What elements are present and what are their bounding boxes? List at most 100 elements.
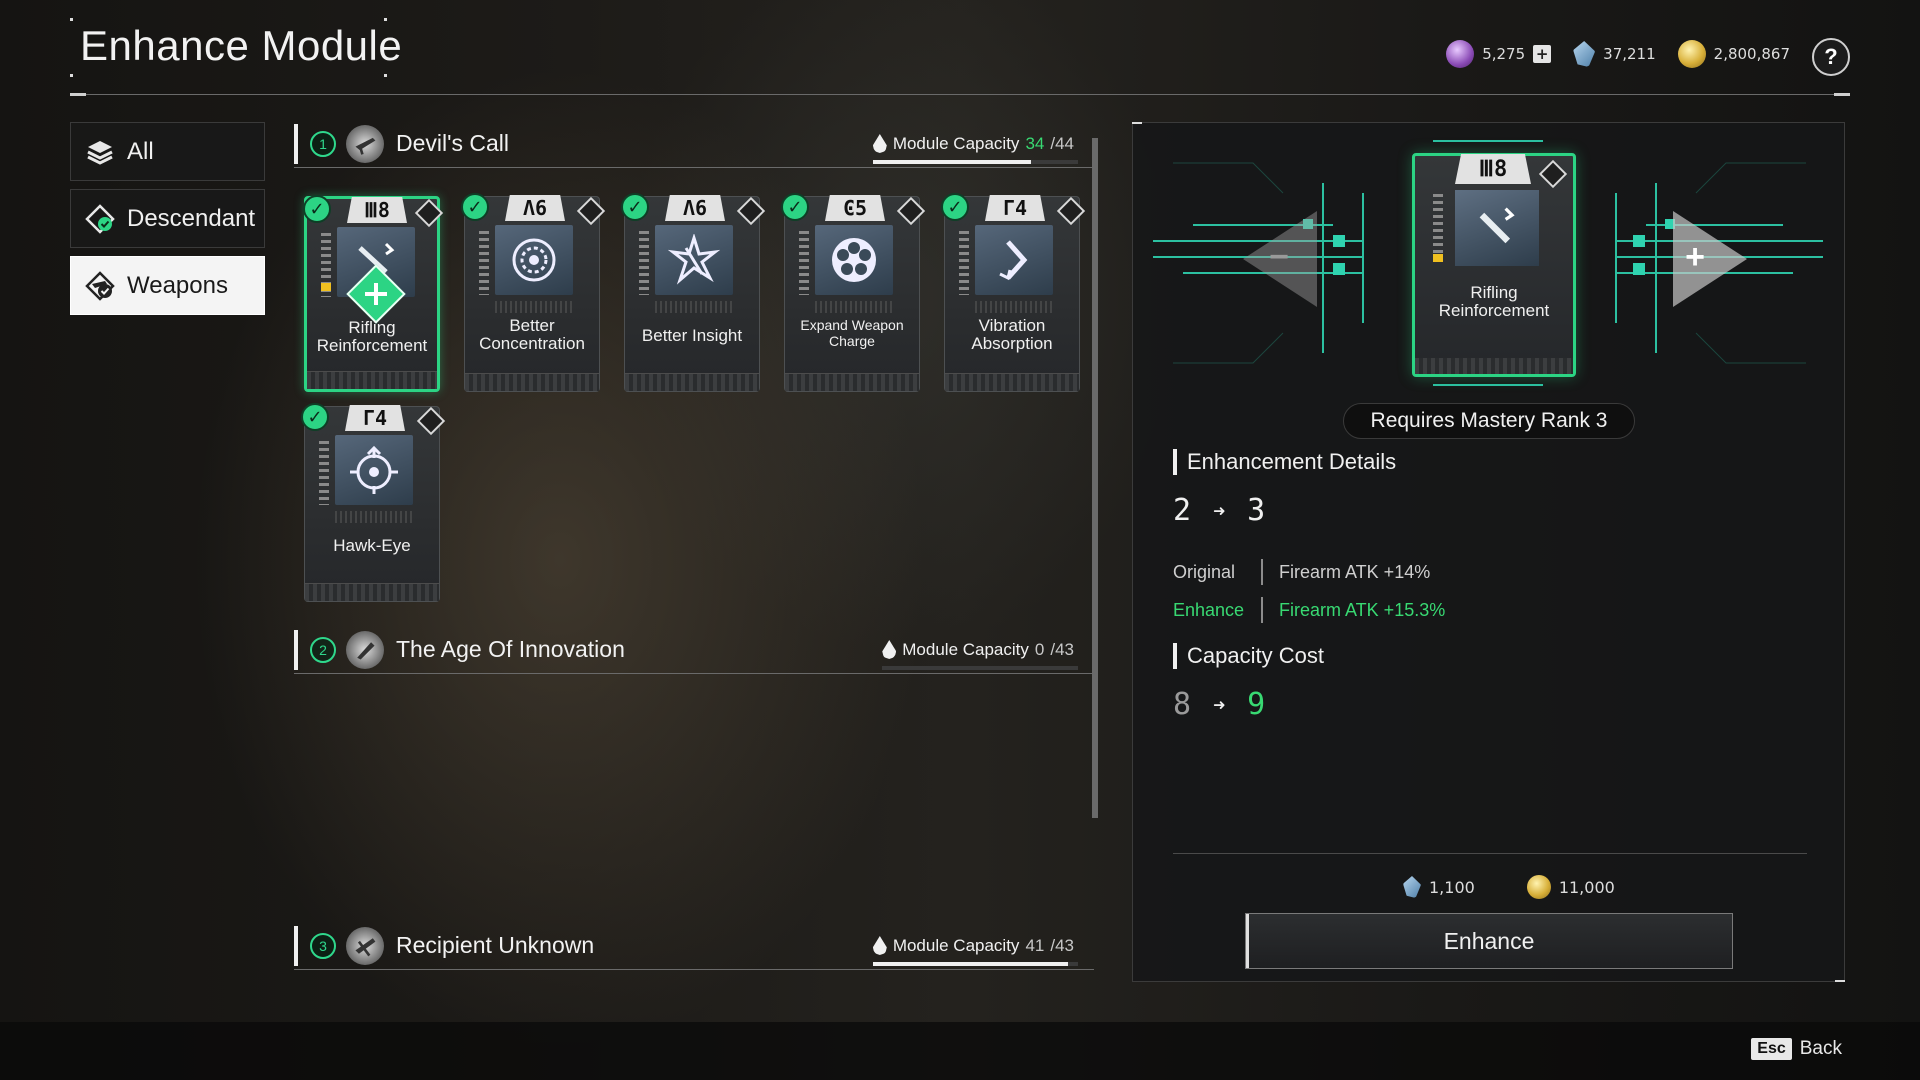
- enhance-price: 1,100 11,000: [1403, 875, 1615, 899]
- module-rank: Γ4: [345, 405, 405, 431]
- module-card-hawk-eye[interactable]: Γ4 ✓ Hawk-Eye: [301, 403, 446, 602]
- weapon-emblem-icon: [346, 124, 384, 163]
- socket-type-icon: [1538, 159, 1568, 189]
- enhance-value: Firearm ATK +15.3%: [1279, 599, 1446, 620]
- capacity-total: /43: [1050, 935, 1074, 955]
- capacity-drop-icon: [872, 134, 887, 153]
- header-divider: [70, 93, 1850, 96]
- module-level-pips: [639, 231, 649, 295]
- module-list-scrollbar[interactable]: [1092, 138, 1098, 818]
- category-sidebar: All Descendant Weapons: [70, 122, 265, 323]
- module-level-pips: [479, 231, 489, 295]
- sidebar-item-label: All: [127, 137, 154, 165]
- socket-type-icon: [416, 406, 446, 436]
- weapon-icon: [85, 270, 115, 301]
- socket-type-icon: [736, 196, 766, 226]
- section-marker: [294, 629, 298, 670]
- card-footer: [307, 371, 437, 389]
- bottom-bar: [0, 1022, 1920, 1080]
- loadout-section-header[interactable]: 1 Devil's Call Module Capacity 34 /44: [294, 120, 1094, 168]
- module-level-pips: [1433, 194, 1443, 264]
- plus-icon: +: [1685, 237, 1705, 276]
- page-title: Enhance Module: [80, 22, 403, 69]
- loadout-section-header[interactable]: 3 Recipient Unknown Module Capacity 41 /…: [294, 922, 1094, 970]
- purple-orb-icon: [1446, 40, 1475, 68]
- weapon-emblem-icon: [346, 926, 384, 965]
- socket-type-icon: [414, 198, 444, 228]
- equipped-check-icon: ✓: [301, 403, 329, 431]
- module-rank: Λ6: [665, 195, 725, 221]
- weapon-emblem-icon: [346, 630, 384, 669]
- socket-type-icon: [1056, 196, 1086, 226]
- capacity-cost-heading: Capacity Cost: [1173, 643, 1324, 669]
- card-footer: [465, 373, 599, 391]
- section-title: Recipient Unknown: [396, 932, 595, 958]
- currency-crystal-value: 37,211: [1603, 45, 1656, 63]
- level-to: 3: [1247, 493, 1266, 528]
- module-name: Vibration Absorption: [971, 316, 1053, 353]
- currency-gold-value: 2,800,867: [1713, 45, 1790, 63]
- section-title: Devil's Call: [396, 130, 510, 156]
- price-crystal: 1,100: [1403, 876, 1475, 898]
- gold-coin-icon: [1677, 40, 1706, 68]
- currency-purple: 5,275 +: [1446, 40, 1552, 68]
- crosshair-icon: [335, 435, 413, 505]
- weapon-module-list: 1 Devil's Call Module Capacity 34 /44 Ⅲ8…: [294, 120, 1094, 1000]
- enhance-button[interactable]: Enhance: [1245, 913, 1733, 969]
- capacity-bar: [872, 961, 1078, 966]
- level-change: 2 ➜ 3: [1173, 493, 1265, 528]
- currency-bar: 5,275 + 37,211 2,800,867: [1446, 40, 1790, 68]
- sidebar-item-label: Descendant: [127, 204, 256, 232]
- heading-marker: [1173, 449, 1177, 475]
- concentration-icon: [495, 225, 573, 295]
- row-separator: [1261, 559, 1263, 585]
- module-capacity: Module Capacity 41 /43: [872, 935, 1078, 966]
- module-level-pips: [799, 231, 809, 295]
- enhance-label: Enhance: [1173, 599, 1245, 620]
- capacity-used: 0: [1034, 639, 1045, 659]
- sidebar-item-descendant[interactable]: Descendant: [70, 189, 265, 248]
- loadout-section-header[interactable]: 2 The Age Of Innovation Module Capacity …: [294, 626, 1094, 674]
- module-card-better-concentration[interactable]: Λ6 ✓ Better Concentration: [461, 193, 606, 392]
- sidebar-item-all[interactable]: All: [70, 122, 265, 181]
- card-grill: [975, 301, 1053, 313]
- module-level-pips: [959, 231, 969, 295]
- card-footer: [945, 373, 1079, 391]
- heading-text: Capacity Cost: [1187, 643, 1324, 668]
- section-number: 3: [310, 932, 336, 959]
- module-rank: Ⅲ8: [347, 197, 407, 223]
- module-capacity: Module Capacity 34 /44: [872, 134, 1078, 164]
- capacity-drop-icon: [882, 640, 897, 659]
- sidebar-item-weapons[interactable]: Weapons: [70, 256, 265, 315]
- module-rank: Ͼ5: [825, 195, 885, 221]
- equipped-check-icon: ✓: [303, 195, 331, 223]
- charge-icon: [815, 225, 893, 295]
- price-gold-value: 11,000: [1558, 877, 1615, 897]
- module-capacity: Module Capacity 0 /43: [882, 639, 1078, 670]
- module-name: Expand Weapon Charge: [800, 317, 904, 349]
- sidebar-item-label: Weapons: [127, 271, 228, 299]
- layers-icon: [85, 137, 115, 167]
- module-name: Better Concentration: [479, 316, 585, 353]
- card-grill: [335, 511, 413, 523]
- card-footer: [1415, 358, 1573, 374]
- help-button[interactable]: ?: [1812, 38, 1850, 76]
- capacity-bar-fill: [872, 159, 1031, 164]
- enhance-detail-panel: − + Ⅲ8 Rifling Reinforcement Requires Ma…: [1132, 122, 1845, 982]
- add-currency-button[interactable]: +: [1533, 45, 1552, 63]
- original-value: Firearm ATK +14%: [1279, 561, 1431, 582]
- socket-type-icon: [896, 196, 926, 226]
- module-card-expand-weapon-charge[interactable]: Ͼ5 ✓ Expand Weapon Charge: [781, 193, 926, 392]
- minus-icon: −: [1269, 237, 1289, 276]
- equipped-check-icon: ✓: [621, 193, 649, 221]
- module-name: Rifling Reinforcement: [1438, 283, 1550, 320]
- module-card-vibration-absorption[interactable]: Γ4 ✓ Vibration Absorption: [941, 193, 1086, 392]
- rifling-icon: [1455, 190, 1539, 266]
- module-rank: Λ6: [505, 195, 565, 221]
- card-grill: [495, 301, 573, 313]
- module-card-rifling-reinforcement[interactable]: Ⅲ8 ✓ Rifling Reinforcement: [303, 195, 444, 392]
- back-button[interactable]: Esc Back: [1751, 1038, 1842, 1060]
- module-card-better-insight[interactable]: Λ6 ✓ Better Insight: [621, 193, 766, 392]
- capacity-cost-change: 8 ➜ 9: [1173, 687, 1265, 722]
- enhancement-details-heading: Enhancement Details: [1173, 449, 1396, 475]
